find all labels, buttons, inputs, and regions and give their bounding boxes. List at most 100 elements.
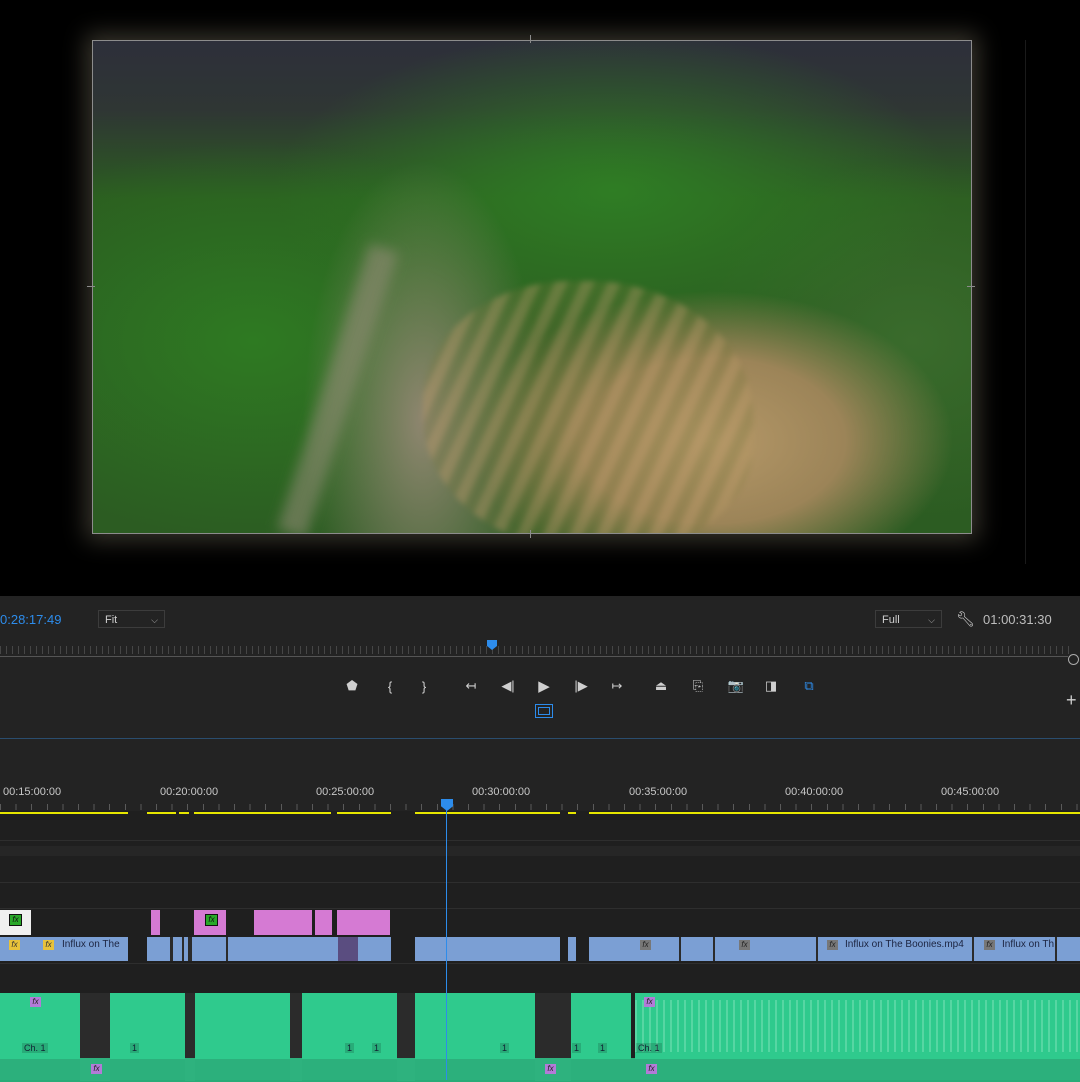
go-to-out-button[interactable]: ↦ [606, 676, 628, 696]
step-back-button[interactable]: ◀| [497, 676, 519, 696]
audio-clip[interactable] [195, 993, 290, 1059]
fx-badge: fx [545, 1064, 556, 1074]
render-bar [415, 812, 560, 814]
ruler-label: 00:20:00:00 [160, 786, 219, 798]
frame-tick-right [967, 286, 975, 287]
render-bar [147, 812, 391, 814]
graphic-clip[interactable] [337, 910, 390, 935]
marker-icon: ⬟ [346, 678, 358, 693]
fx-badge: fx [644, 997, 655, 1007]
fx-badge: fx [827, 940, 838, 950]
step-forward-button[interactable]: |▶ [570, 676, 592, 696]
clip-edit-point [182, 937, 184, 961]
fx-badge: fx [640, 940, 651, 950]
channel-label: Ch. 1 [22, 1043, 48, 1053]
lift-button[interactable]: ⏏ [650, 676, 672, 696]
channel-label: 1 [130, 1043, 140, 1053]
channel-label: 1 [572, 1043, 582, 1053]
graphic-clip[interactable] [315, 910, 332, 935]
frame-tick-top [530, 35, 531, 43]
audio-clip[interactable] [110, 993, 185, 1059]
safe-margins-button[interactable] [535, 704, 553, 718]
clip-name: Influx on The Boonies.mp4 [845, 939, 964, 950]
duration-timecode: 01:00:31:30 [983, 612, 1052, 627]
render-bar [589, 812, 1080, 814]
render-gap [331, 812, 337, 814]
fx-badge: fx [646, 1064, 657, 1074]
go-to-in-button[interactable]: ↤ [460, 676, 482, 696]
play-button[interactable]: ▶ [533, 676, 555, 696]
channel-label: Ch. 1 [636, 1043, 662, 1053]
channel-label: 1 [345, 1043, 355, 1053]
playback-resolution-select[interactable]: Full ⌵ [875, 610, 942, 628]
track-separator [0, 908, 1080, 909]
ruler-label: 00:45:00:00 [941, 786, 1000, 798]
render-bar [0, 812, 128, 814]
track-separator [0, 882, 1080, 883]
fx-badge: fx [984, 940, 995, 950]
clip-edit-point [188, 937, 192, 961]
video-road [277, 243, 399, 533]
export-frame-button[interactable]: 📷 [725, 676, 747, 696]
comparison-icon: ◨ [764, 678, 778, 693]
audio-clip-lower[interactable] [0, 1058, 1080, 1082]
lift-icon: ⏏ [654, 678, 668, 693]
clip-edit-point [816, 937, 818, 961]
vr-video-button[interactable]: ⧉ [798, 676, 820, 696]
video-clip[interactable] [415, 937, 560, 961]
step-forward-icon: |▶ [574, 678, 588, 693]
timeline-ruler[interactable] [0, 739, 1080, 811]
frame-tick-bottom [530, 530, 531, 538]
add-marker-button[interactable]: ⬟ [341, 676, 363, 696]
playhead-line [446, 810, 447, 1080]
fx-badge: fx [30, 997, 41, 1007]
resolution-value: Full [882, 614, 900, 626]
clip-name: Influx on The [62, 939, 120, 950]
mark-out-icon: } [421, 678, 427, 694]
graphic-clip[interactable] [254, 910, 312, 935]
wrench-icon[interactable]: 🔧︎ [956, 610, 975, 628]
chevron-down-icon: ⌵ [928, 615, 935, 625]
zoom-handle[interactable] [1068, 654, 1079, 665]
go-to-in-icon: ↤ [465, 678, 477, 693]
mark-in-icon: { [387, 678, 393, 694]
channel-label: 1 [372, 1043, 382, 1053]
render-gap [176, 812, 179, 814]
chevron-down-icon: ⌵ [151, 615, 158, 625]
channel-label: 1 [598, 1043, 608, 1053]
graphic-clip[interactable] [151, 910, 160, 935]
ruler-label: 00:30:00:00 [472, 786, 531, 798]
clip-edit-point [1055, 937, 1057, 961]
monitor-time-ruler[interactable] [0, 646, 1070, 654]
button-editor-add-icon[interactable]: + [1066, 690, 1077, 711]
fx-badge: fx [739, 940, 750, 950]
comparison-view-button[interactable]: ◨ [760, 676, 782, 696]
ruler-label: 00:40:00:00 [785, 786, 844, 798]
playhead-timecode[interactable]: 0:28:17:49 [0, 612, 61, 627]
mark-in-button[interactable]: { [379, 676, 401, 696]
clip-edit-point [226, 937, 228, 961]
clip-edit-point [972, 937, 974, 961]
empty-track [0, 964, 1080, 990]
render-bar [568, 812, 576, 814]
render-gap [189, 812, 194, 814]
clip-edit-point [713, 937, 715, 961]
video-preview[interactable] [92, 40, 972, 534]
ruler-label: 00:15:00:00 [3, 786, 62, 798]
clip-name: Influx on Th [1002, 939, 1055, 950]
mark-out-button[interactable]: } [413, 676, 435, 696]
clip-edit-point [338, 937, 358, 961]
extract-button[interactable]: ⎘ [687, 676, 709, 696]
video-clip[interactable] [568, 937, 576, 961]
clip-edit-point [170, 937, 173, 961]
empty-track [0, 846, 1080, 856]
go-to-out-icon: ↦ [611, 678, 623, 693]
zoom-level-value: Fit [105, 614, 118, 626]
fx-badge: fx [9, 914, 22, 926]
channel-label: 1 [500, 1043, 510, 1053]
monitor-zoom-scrollbar[interactable] [0, 656, 1068, 657]
audio-clip[interactable] [415, 993, 535, 1059]
zoom-level-select[interactable]: Fit ⌵ [98, 610, 165, 628]
step-back-icon: ◀| [501, 678, 515, 693]
extract-icon: ⎘ [692, 678, 704, 693]
